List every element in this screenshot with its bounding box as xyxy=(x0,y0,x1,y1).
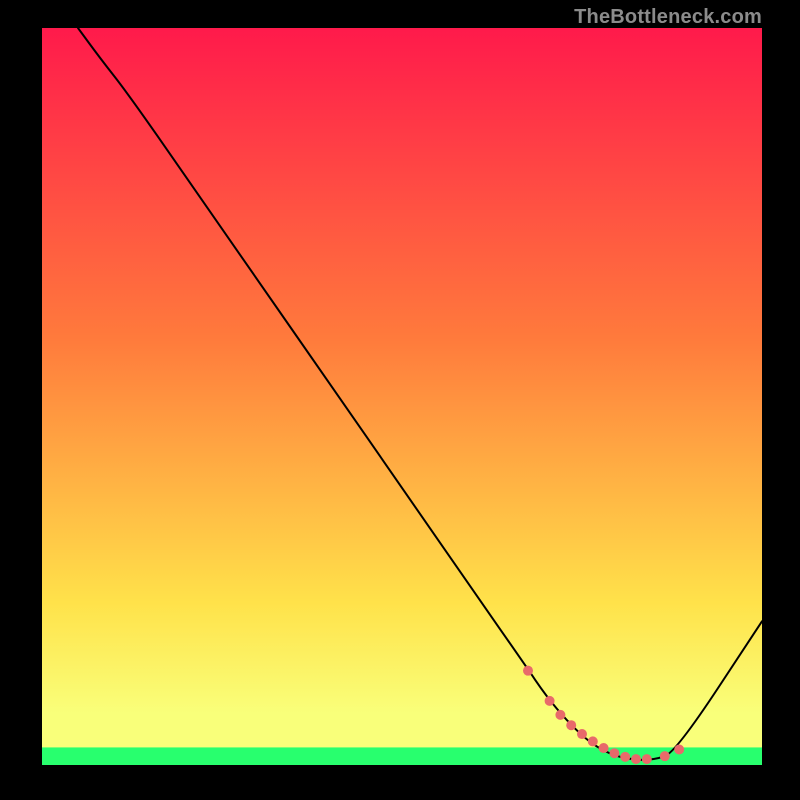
marker-dot xyxy=(566,720,576,730)
marker-dot xyxy=(555,710,565,720)
plot-area xyxy=(42,28,762,765)
marker-dot xyxy=(523,666,533,676)
marker-dot xyxy=(588,736,598,746)
marker-dot xyxy=(599,743,609,753)
chart-frame: TheBottleneck.com xyxy=(0,0,800,800)
marker-dot xyxy=(545,696,555,706)
watermark-label: TheBottleneck.com xyxy=(574,6,762,29)
gradient-bg xyxy=(42,28,762,765)
marker-dot xyxy=(674,745,684,755)
marker-dot xyxy=(577,729,587,739)
marker-dot xyxy=(620,752,630,762)
marker-dot xyxy=(642,754,652,764)
marker-dot xyxy=(609,748,619,758)
marker-dot xyxy=(631,754,641,764)
chart-svg xyxy=(42,28,762,765)
marker-dot xyxy=(660,751,670,761)
